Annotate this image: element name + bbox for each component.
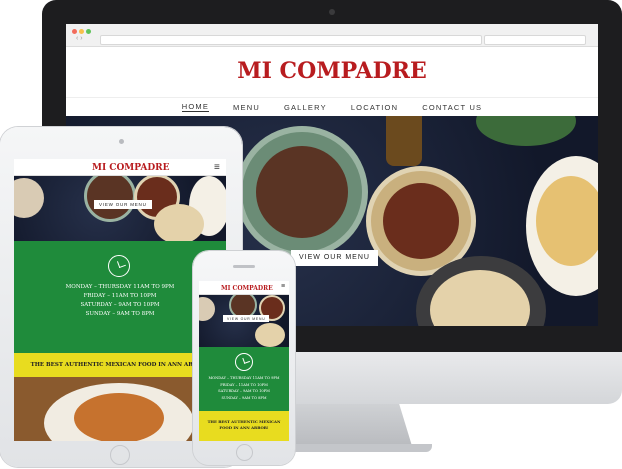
- browser-nav-arrows-icon[interactable]: ‹ ›: [76, 35, 83, 43]
- iphone-mockup: MI COMPADRE ≡ VIEW OUR MENU MONDAY – THU…: [193, 251, 295, 465]
- close-dot-icon[interactable]: [72, 29, 77, 34]
- webcam-icon: [119, 139, 124, 144]
- plate-image: [526, 156, 598, 296]
- speaker-grille: [233, 265, 255, 268]
- phone-screen: MI COMPADRE ≡ VIEW OUR MENU MONDAY – THU…: [199, 281, 289, 441]
- nav-menu[interactable]: MENU: [233, 103, 260, 112]
- tablet-view-menu-button[interactable]: VIEW OUR MENU: [94, 200, 152, 209]
- phone-view-menu-button[interactable]: VIEW OUR MENU: [223, 315, 270, 322]
- nav-gallery[interactable]: GALLERY: [284, 103, 327, 112]
- tablet-site-logo[interactable]: MI COMPADRE: [92, 163, 170, 173]
- minimize-dot-icon[interactable]: [79, 29, 84, 34]
- nav-location[interactable]: LOCATION: [351, 103, 398, 112]
- home-button-icon[interactable]: [110, 445, 130, 465]
- phone-hours-list: MONDAY – THURSDAY 11AM TO 9PM FRIDAY – 1…: [199, 375, 289, 401]
- phone-tagline-banner: THE BEST AUTHENTIC MEXICAN FOOD IN ANN A…: [199, 411, 289, 441]
- site-navigation: HOME MENU GALLERY LOCATION CONTACT US: [66, 97, 598, 117]
- tablet-hero-image: VIEW OUR MENU: [14, 176, 226, 241]
- browser-toolbar: ‹ ›: [66, 24, 598, 47]
- hamburger-menu-icon[interactable]: ≡: [214, 162, 220, 173]
- phone-hero-image: VIEW OUR MENU: [199, 295, 289, 347]
- clock-icon: [235, 353, 253, 371]
- nav-contact-us[interactable]: CONTACT US: [422, 103, 482, 112]
- plate-image: [476, 116, 576, 146]
- phone-hours-section: MONDAY – THURSDAY 11AM TO 9PM FRIDAY – 1…: [199, 347, 289, 411]
- home-button-icon[interactable]: [236, 444, 253, 461]
- address-bar[interactable]: [100, 35, 482, 45]
- site-logo[interactable]: MI COMPADRE: [66, 58, 598, 84]
- hours-line: SUNDAY – 9AM TO 8PM: [221, 395, 267, 400]
- browser-search-box[interactable]: [484, 35, 586, 45]
- hours-line: MONDAY – THURSDAY 11AM TO 9PM: [208, 376, 280, 380]
- maximize-dot-icon[interactable]: [86, 29, 91, 34]
- clock-icon: [108, 255, 130, 277]
- webcam-icon: [329, 9, 335, 15]
- view-menu-button[interactable]: VIEW OUR MENU: [291, 250, 378, 266]
- bottle-image: [386, 116, 422, 166]
- phone-site-logo[interactable]: MI COMPADRE: [221, 285, 273, 292]
- nav-home[interactable]: HOME: [181, 102, 210, 112]
- plate-image: [236, 126, 368, 258]
- hamburger-menu-icon[interactable]: ≡: [281, 283, 285, 290]
